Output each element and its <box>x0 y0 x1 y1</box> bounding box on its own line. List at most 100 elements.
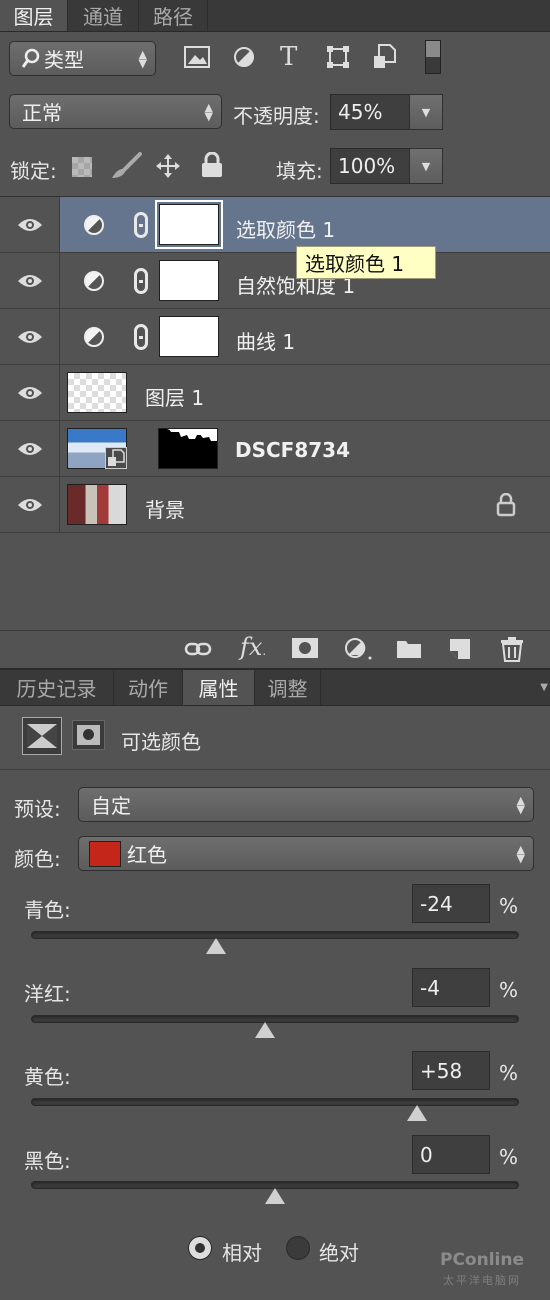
layer-thumbnail[interactable] <box>67 372 127 413</box>
visibility-toggle[interactable] <box>0 309 60 364</box>
layer-mask-thumbnail[interactable] <box>155 200 223 249</box>
lock-transparent-icon[interactable] <box>72 157 92 177</box>
blend-mode-value: 正常 <box>22 101 62 125</box>
visibility-toggle[interactable] <box>0 421 60 476</box>
chevron-down-icon: ▼ <box>421 159 431 173</box>
folder-icon[interactable] <box>396 639 422 663</box>
smart-object-badge-icon <box>105 447 127 469</box>
adjustment-filter-icon[interactable] <box>233 46 255 72</box>
smart-object-filter-icon[interactable] <box>373 44 397 74</box>
fx-icon[interactable]: fx. <box>240 633 266 661</box>
layer-row-dscf8734[interactable]: DSCF8734 <box>0 421 550 477</box>
percent-sign: % <box>499 978 519 1002</box>
layers-tabbar: 图层 通道 路径 <box>0 0 550 32</box>
percent-sign: % <box>499 894 519 918</box>
fill-label: 填充: <box>276 159 323 183</box>
tab-paths[interactable]: 路径 <box>139 0 208 31</box>
cyan-value-input[interactable]: -24 <box>412 884 490 923</box>
shape-filter-icon[interactable] <box>326 45 350 73</box>
slider-label-black: 黑色: <box>24 1149 71 1173</box>
lock-icon <box>496 492 516 521</box>
properties-tabbar: 历史记录 动作 属性 调整 ▼ <box>0 668 550 706</box>
opacity-dropdown-button[interactable]: ▼ <box>409 94 443 130</box>
tab-actions[interactable]: 动作 <box>114 670 183 705</box>
radio-absolute[interactable] <box>286 1236 310 1260</box>
yellow-value-input[interactable]: +58 <box>412 1051 490 1090</box>
black-value-input[interactable]: 0 <box>412 1135 490 1174</box>
watermark-brand: PConline <box>440 1250 525 1270</box>
layer-row-curves[interactable]: 曲线 1 <box>0 309 550 365</box>
lock-move-icon[interactable] <box>155 153 181 183</box>
cyan-slider-thumb[interactable] <box>206 938 227 954</box>
cyan-slider-track[interactable] <box>31 931 519 939</box>
panel-menu-icon[interactable]: ▼ <box>540 682 548 693</box>
yellow-slider-thumb[interactable] <box>406 1105 427 1121</box>
layer-row-background[interactable]: 背景 <box>0 477 550 533</box>
blend-mode-dropdown[interactable]: 正常 ▲ ▼ <box>9 94 222 129</box>
visibility-toggle[interactable] <box>0 365 60 420</box>
opacity-input[interactable]: 45% <box>330 94 410 130</box>
mask-properties-button[interactable] <box>72 720 105 750</box>
layer-mask-thumbnail[interactable] <box>158 428 218 469</box>
layer-row-layer1[interactable]: 图层 1 <box>0 365 550 421</box>
preset-dropdown[interactable]: 自定 ▲ ▼ <box>78 787 534 822</box>
radio-absolute-label[interactable]: 绝对 <box>319 1237 359 1266</box>
black-slider-thumb[interactable] <box>265 1188 285 1204</box>
adjustment-icon[interactable] <box>344 637 374 665</box>
tab-adjustments[interactable]: 调整 <box>255 670 321 705</box>
layer-row-selective-color[interactable]: 选取颜色 1 <box>0 197 550 253</box>
lock-all-icon[interactable] <box>201 151 223 182</box>
watermark-sub: 太平洋电脑网 <box>443 1274 521 1287</box>
layer-name[interactable]: 曲线 1 <box>236 326 295 355</box>
link-icon[interactable] <box>184 639 212 663</box>
adjustment-type-button[interactable] <box>22 717 62 755</box>
visibility-toggle[interactable] <box>0 253 60 308</box>
divider <box>0 769 550 770</box>
yellow-slider-track[interactable] <box>31 1098 519 1106</box>
slider-label-yellow: 黄色: <box>24 1065 71 1089</box>
type-filter-icon[interactable]: T <box>280 42 297 72</box>
link-chain-icon[interactable] <box>134 212 148 238</box>
layer-tooltip: 选取颜色 1 <box>296 246 436 279</box>
tab-channels[interactable]: 通道 <box>68 0 139 31</box>
layer-mask-thumbnail[interactable] <box>159 260 219 301</box>
layer-name[interactable]: 图层 1 <box>145 382 204 411</box>
layer-name[interactable]: DSCF8734 <box>235 438 350 462</box>
layers-list: 选取颜色 1 自然饱和度 1 曲线 1 图层 1 DSCF8734 背景 <box>0 196 550 631</box>
lock-brush-icon[interactable] <box>110 152 142 184</box>
layer-name[interactable]: 选取颜色 1 <box>236 214 335 243</box>
tab-layers[interactable]: 图层 <box>0 0 68 31</box>
slider-label-cyan: 青色: <box>24 898 71 922</box>
radio-relative-label[interactable]: 相对 <box>222 1237 262 1266</box>
filter-type-dropdown[interactable]: 类型 ▲ ▼ <box>9 41 156 76</box>
trash-icon[interactable] <box>500 636 524 666</box>
layer-thumbnail[interactable] <box>67 484 127 525</box>
mask-icon[interactable] <box>292 638 318 658</box>
color-swatch <box>89 840 121 867</box>
layer-row-vibrance[interactable]: 自然饱和度 1 <box>0 253 550 309</box>
fill-input[interactable]: 100% <box>330 148 410 184</box>
updown-icon: ▲ ▼ <box>516 793 525 816</box>
magenta-value-input[interactable]: -4 <box>412 968 490 1007</box>
image-filter-icon[interactable] <box>184 46 210 72</box>
updown-icon: ▲ ▼ <box>138 47 147 70</box>
color-dropdown[interactable]: 红色 ▲ ▼ <box>78 836 534 871</box>
smart-object-thumbnail[interactable] <box>67 428 127 469</box>
tab-history[interactable]: 历史记录 <box>0 670 114 705</box>
visibility-toggle[interactable] <box>0 477 60 532</box>
fill-dropdown-button[interactable]: ▼ <box>409 148 443 184</box>
layer-mask-thumbnail[interactable] <box>159 316 219 357</box>
new-layer-icon[interactable] <box>448 637 472 665</box>
layer-name[interactable]: 背景 <box>145 494 185 523</box>
preset-value: 自定 <box>91 794 131 818</box>
filter-toggle-switch[interactable] <box>425 40 441 74</box>
link-chain-icon[interactable] <box>134 268 148 294</box>
opacity-label: 不透明度: <box>233 104 320 128</box>
magenta-slider-thumb[interactable] <box>255 1022 276 1038</box>
visibility-toggle[interactable] <box>0 197 60 252</box>
link-chain-icon[interactable] <box>134 324 148 350</box>
lock-label: 锁定: <box>10 159 57 183</box>
tab-properties[interactable]: 属性 <box>183 670 255 705</box>
search-icon <box>21 48 40 70</box>
radio-relative[interactable] <box>188 1236 212 1260</box>
